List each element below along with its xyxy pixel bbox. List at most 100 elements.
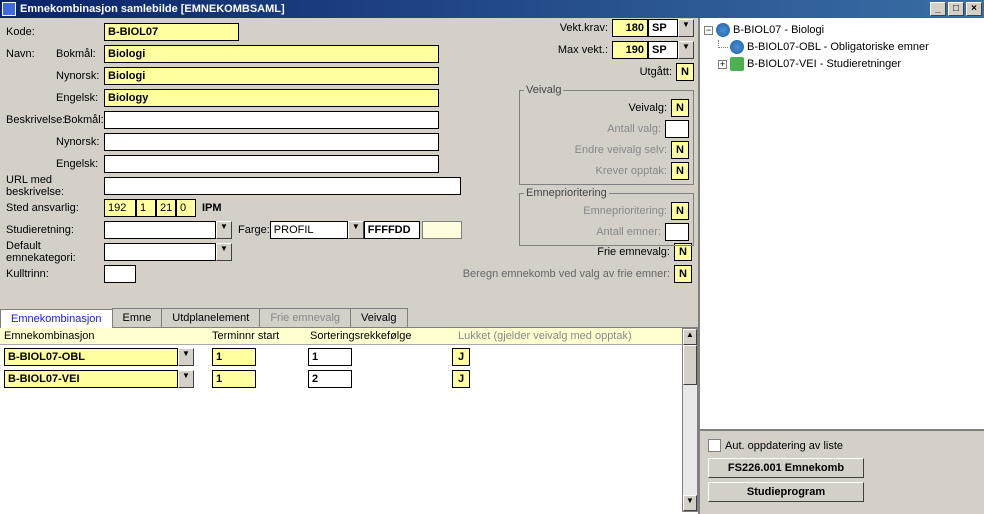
nynorsk-label: Nynorsk:	[56, 70, 104, 82]
sted-2-field[interactable]	[136, 199, 156, 217]
row-sort-field[interactable]	[308, 348, 352, 366]
auto-update-label: Aut. oppdatering av liste	[725, 440, 843, 452]
utgatt-field[interactable]	[676, 63, 694, 81]
beskr-engelsk-label: Engelsk:	[56, 158, 104, 170]
header-sort: Sorteringsrekkefølge	[310, 330, 458, 342]
row-termin-field[interactable]	[212, 348, 256, 366]
left-panel: Kode: Navn: Bokmål: Nynorsk: Engelsk: Be…	[0, 18, 700, 514]
studieretning-combo[interactable]	[104, 221, 216, 239]
vertical-scrollbar[interactable]: ▲ ▼	[682, 328, 698, 512]
tree-node-child[interactable]: B-BIOL07-OBL - Obligatoriske emner	[704, 39, 980, 55]
url-label: URL med beskrivelse:	[6, 174, 104, 198]
beskrivelse-label: Beskrivelse:	[6, 114, 64, 126]
tree-view[interactable]: − B-BIOL07 - Biologi B-BIOL07-OBL - Obli…	[700, 18, 984, 429]
studieretning-label: Studieretning:	[6, 224, 104, 236]
vekt-max-dropdown-button[interactable]: ▼	[678, 41, 694, 59]
row-sort-field[interactable]	[308, 370, 352, 388]
tree-node-child[interactable]: + B-BIOL07-VEI - Studieretninger	[704, 56, 980, 72]
navn-label: Navn:	[6, 48, 56, 60]
farge-value-field[interactable]	[364, 221, 420, 239]
vekt-max-label: Max vekt.:	[540, 44, 612, 56]
navn-engelsk-field[interactable]	[104, 89, 439, 107]
url-field[interactable]	[104, 177, 461, 195]
studieprogram-button[interactable]: Studieprogram	[708, 482, 864, 502]
antall-emner-field[interactable]	[665, 223, 689, 241]
beskr-bokmal-label: Bokmål:	[64, 114, 104, 126]
emnekomb-button[interactable]: FS226.001 Emnekomb	[708, 458, 864, 478]
globe-icon	[716, 23, 730, 37]
utgatt-label: Utgått:	[640, 66, 676, 78]
header-emnekomb: Emnekombinasjon	[4, 330, 212, 342]
default-emnekat-label: Default emnekategori:	[6, 240, 104, 264]
veivalg-label: Veivalg:	[628, 102, 671, 114]
vekt-krav-unit[interactable]	[648, 19, 678, 37]
engelsk-label: Engelsk:	[56, 92, 104, 104]
row-name-dropdown-button[interactable]: ▼	[178, 348, 194, 366]
header-lukket: Lukket (gjelder veivalg med opptak)	[458, 330, 632, 342]
tree-node-root[interactable]: − B-BIOL07 - Biologi	[704, 22, 980, 38]
row-name-field[interactable]	[4, 370, 178, 388]
table-row: ▼	[4, 347, 694, 367]
beskr-nynorsk-field[interactable]	[104, 133, 439, 151]
vekt-max-unit[interactable]	[648, 41, 678, 59]
veivalg-legend: Veivalg	[524, 84, 563, 96]
farge-dropdown-button[interactable]: ▼	[348, 221, 364, 239]
beregn-field[interactable]	[674, 265, 692, 283]
studieretning-dropdown-button[interactable]: ▼	[216, 221, 232, 239]
krever-field[interactable]	[671, 162, 689, 180]
tab-utdplanelement[interactable]: Utdplanelement	[161, 308, 260, 327]
row-lukket-field[interactable]	[452, 370, 470, 388]
row-termin-field[interactable]	[212, 370, 256, 388]
tab-emnekombinasjon[interactable]: Emnekombinasjon	[0, 309, 113, 328]
emneprio-fieldset: Emneprioritering Emneprioritering: Antal…	[519, 187, 694, 246]
navn-nynorsk-field[interactable]	[104, 67, 439, 85]
sted-4-field[interactable]	[176, 199, 196, 217]
antall-valg-field[interactable]	[665, 120, 689, 138]
vekt-krav-field[interactable]	[612, 19, 648, 37]
veivalg-fieldset: Veivalg Veivalg: Antall valg: Endre veiv…	[519, 84, 694, 185]
veivalg-field[interactable]	[671, 99, 689, 117]
vekt-max-field[interactable]	[612, 41, 648, 59]
beregn-label: Beregn emnekomb ved valg av frie emner:	[463, 268, 674, 280]
row-name-field[interactable]	[4, 348, 178, 366]
scroll-up-button[interactable]: ▲	[683, 329, 697, 345]
auto-update-checkbox[interactable]	[708, 439, 721, 452]
emneprio-legend: Emneprioritering	[524, 187, 609, 199]
endre-field[interactable]	[671, 141, 689, 159]
scroll-down-button[interactable]: ▼	[683, 495, 697, 511]
row-name-dropdown-button[interactable]: ▼	[178, 370, 194, 388]
scroll-thumb[interactable]	[683, 345, 697, 385]
globe-icon	[730, 40, 744, 54]
sted-1-field[interactable]	[104, 199, 136, 217]
row-lukket-field[interactable]	[452, 348, 470, 366]
default-emnekat-dropdown-button[interactable]: ▼	[216, 243, 232, 261]
sted-3-field[interactable]	[156, 199, 176, 217]
default-emnekat-combo[interactable]	[104, 243, 216, 261]
right-panel: − B-BIOL07 - Biologi B-BIOL07-OBL - Obli…	[700, 18, 984, 514]
tree-expand-icon[interactable]: −	[704, 26, 713, 35]
auto-update-row[interactable]: Aut. oppdatering av liste	[708, 439, 976, 452]
tree-connector	[718, 40, 728, 48]
close-button[interactable]: ×	[966, 2, 982, 16]
endre-label: Endre veivalg selv:	[575, 144, 671, 156]
tree-root-label: B-BIOL07 - Biologi	[733, 24, 824, 36]
farge-combo[interactable]	[270, 221, 348, 239]
tab-veivalg[interactable]: Veivalg	[350, 308, 407, 327]
tab-emne[interactable]: Emne	[112, 308, 163, 327]
vekt-krav-dropdown-button[interactable]: ▼	[678, 19, 694, 37]
farge-label: Farge:	[238, 224, 270, 236]
beskr-bokmal-field[interactable]	[104, 111, 439, 129]
grid-area: ▼ ▼	[0, 345, 698, 514]
kulltrinn-field[interactable]	[104, 265, 136, 283]
minimize-button[interactable]: _	[930, 2, 946, 16]
beskr-engelsk-field[interactable]	[104, 155, 439, 173]
tab-frie-emnevalg[interactable]: Frie emnevalg	[259, 308, 351, 327]
emneprio-field[interactable]	[671, 202, 689, 220]
maximize-button[interactable]: □	[948, 2, 964, 16]
tree-expand-icon[interactable]: +	[718, 60, 727, 69]
right-bottom-panel: Aut. oppdatering av liste FS226.001 Emne…	[700, 429, 984, 514]
kode-field[interactable]	[104, 23, 239, 41]
tab-bar: Emnekombinasjon Emne Utdplanelement Frie…	[0, 304, 698, 328]
kode-label: Kode:	[6, 26, 56, 38]
navn-bokmal-field[interactable]	[104, 45, 439, 63]
